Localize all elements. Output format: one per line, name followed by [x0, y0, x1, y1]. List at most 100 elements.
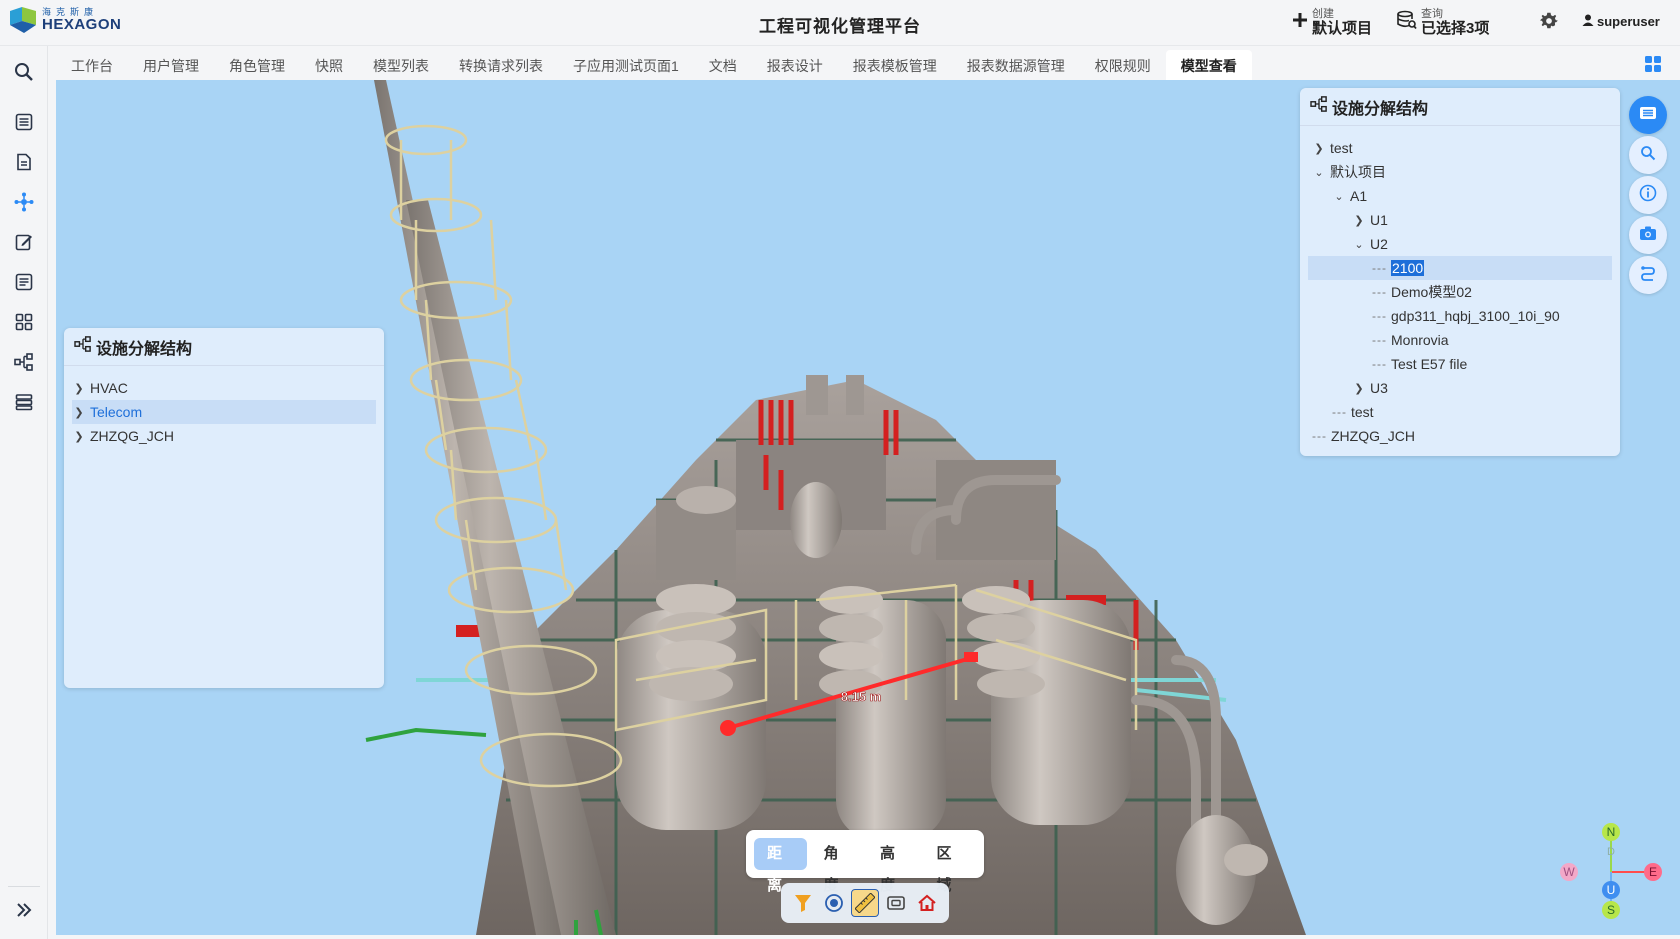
- tree-node-label: 2100: [1391, 260, 1425, 276]
- tab-permission-rules[interactable]: 权限规则: [1080, 50, 1166, 80]
- user-icon: [1582, 14, 1594, 29]
- tree-node-test[interactable]: ❯ test: [1312, 136, 1352, 160]
- ruler-icon[interactable]: [850, 889, 879, 917]
- info-tool-button[interactable]: [1629, 176, 1667, 214]
- query-selected-label: 已选择3项: [1421, 20, 1490, 37]
- route-tool-button[interactable]: [1629, 256, 1667, 294]
- tree-node-hvac[interactable]: ❯ HVAC: [72, 376, 376, 400]
- orientation-compass[interactable]: N D E W U S: [1555, 822, 1665, 922]
- tree-node-demo02[interactable]: --- Demo模型02: [1372, 280, 1472, 304]
- document-icon[interactable]: [12, 150, 36, 174]
- layers-icon[interactable]: [12, 390, 36, 414]
- filter-icon[interactable]: [789, 889, 817, 917]
- tree-node-zhzqg[interactable]: ❯ ZHZQG_JCH: [72, 424, 376, 448]
- tree-node-label: gdp311_hqbj_3100_10i_90: [1391, 308, 1560, 324]
- chevron-down-icon: ⌄: [1314, 166, 1324, 179]
- settings-gear-icon[interactable]: [1540, 12, 1558, 35]
- tab-conversion-requests[interactable]: 转换请求列表: [444, 50, 558, 80]
- fit-view-icon[interactable]: [882, 889, 910, 917]
- apps-grid-icon[interactable]: [12, 310, 36, 334]
- hierarchy-icon[interactable]: [12, 350, 36, 374]
- tree-node-monrovia[interactable]: --- Monrovia: [1372, 328, 1449, 352]
- username: superuser: [1597, 14, 1660, 29]
- tree-node-u3[interactable]: ❯ U3: [1352, 376, 1388, 400]
- hierarchy-icon: [1310, 96, 1328, 117]
- tab-user-management[interactable]: 用户管理: [128, 50, 214, 80]
- tab-report-template-management[interactable]: 报表模板管理: [838, 50, 952, 80]
- chevron-down-icon: ⌄: [1354, 238, 1364, 251]
- tree-connector: ---: [1372, 357, 1387, 371]
- tree-node-2100[interactable]: --- 2100: [1308, 256, 1612, 280]
- tree-node-default-project[interactable]: ⌄ 默认项目: [1312, 160, 1386, 184]
- tree-connector: ---: [1332, 405, 1347, 419]
- tree-node-u2[interactable]: ⌄ U2: [1352, 232, 1388, 256]
- left-panel-header: 设施分解结构: [64, 328, 384, 366]
- report-icon[interactable]: [12, 270, 36, 294]
- left-panel-title: 设施分解结构: [96, 340, 193, 358]
- tree-node-gdp311[interactable]: --- gdp311_hqbj_3100_10i_90: [1372, 304, 1560, 328]
- right-panel-title: 设施分解结构: [1332, 100, 1429, 118]
- tree-node-label: A1: [1350, 188, 1368, 204]
- logo-en-text: HEXAGON: [42, 16, 122, 33]
- tab-workbench[interactable]: 工作台: [56, 50, 128, 80]
- tree-node-a1[interactable]: ⌄ A1: [1332, 184, 1367, 208]
- chevron-right-icon: ❯: [74, 382, 84, 395]
- tree-node-zhzqg-jch[interactable]: --- ZHZQG_JCH: [1312, 424, 1415, 448]
- rail-divider: [8, 886, 40, 887]
- camera-tool-button[interactable]: [1629, 216, 1667, 254]
- compass-w-label: W: [1563, 865, 1575, 879]
- chevron-down-icon: ⌄: [1334, 190, 1344, 203]
- measure-area-button[interactable]: 区域: [924, 838, 977, 894]
- route-icon: [1639, 264, 1657, 287]
- tree-node-label: ZHZQG_JCH: [90, 428, 174, 444]
- create-project-label: 默认项目: [1312, 20, 1373, 37]
- tab-snapshot[interactable]: 快照: [300, 50, 358, 80]
- user-menu[interactable]: superuser: [1582, 14, 1660, 29]
- search-icon: [1640, 145, 1656, 166]
- measure-height-button[interactable]: 高度: [867, 838, 920, 894]
- app-switcher-grid-icon[interactable]: [1644, 55, 1662, 73]
- tree-node-test-e57[interactable]: --- Test E57 file: [1372, 352, 1467, 376]
- hierarchy-icon: [74, 336, 92, 357]
- search-tool-button[interactable]: [1629, 136, 1667, 174]
- app-header: 海克斯康 HEXAGON 工程可视化管理平台 创建 默认项目 查询 已选择3项 …: [0, 0, 1680, 46]
- create-project-button[interactable]: 创建 默认项目: [1292, 8, 1372, 37]
- chevron-right-icon: ❯: [74, 430, 84, 443]
- tree-node-u1[interactable]: ❯ U1: [1352, 208, 1388, 232]
- target-icon[interactable]: [820, 889, 848, 917]
- edit-icon[interactable]: [12, 230, 36, 254]
- tab-documents[interactable]: 文档: [694, 50, 752, 80]
- plus-icon: [1292, 12, 1308, 33]
- measure-distance-button[interactable]: 距离: [754, 838, 807, 894]
- tree-list-tool-button[interactable]: [1629, 96, 1667, 134]
- tab-role-management[interactable]: 角色管理: [214, 50, 300, 80]
- tab-model-list[interactable]: 模型列表: [358, 50, 444, 80]
- tab-report-datasource-management[interactable]: 报表数据源管理: [952, 50, 1080, 80]
- tab-report-design[interactable]: 报表设计: [752, 50, 838, 80]
- measure-angle-button[interactable]: 角度: [811, 838, 864, 894]
- tree-node-telecom[interactable]: ❯ Telecom: [72, 400, 376, 424]
- list-icon: [1639, 105, 1657, 126]
- tree-node-label: U1: [1370, 212, 1388, 228]
- database-search-icon: [1397, 10, 1417, 35]
- compass-u-label: U: [1607, 883, 1616, 897]
- search-icon[interactable]: [12, 60, 36, 84]
- tree-node-test-2[interactable]: --- test: [1332, 400, 1374, 424]
- tree-connector: ---: [1372, 333, 1387, 347]
- tab-subapp-test-page[interactable]: 子应用测试页面1: [558, 50, 694, 80]
- chevron-right-icon: ❯: [1354, 214, 1364, 227]
- chevron-right-icon: ❯: [74, 406, 84, 419]
- list-icon[interactable]: [12, 110, 36, 134]
- model-view-icon[interactable]: [12, 190, 36, 214]
- tree-node-label: Monrovia: [1391, 332, 1449, 348]
- compass-e-label: E: [1649, 865, 1657, 879]
- right-facility-panel: 设施分解结构 ❯ test ⌄ 默认项目 ⌄ A1 ❯ U1 ⌄ U2 --- 2100 -…: [1300, 88, 1620, 456]
- tab-model-view[interactable]: 模型查看: [1165, 50, 1252, 80]
- hexagon-logo[interactable]: 海克斯康 HEXAGON: [8, 5, 121, 35]
- query-button[interactable]: 查询 已选择3项: [1397, 8, 1489, 37]
- home-icon[interactable]: [913, 889, 941, 917]
- expand-chevrons-icon[interactable]: [12, 898, 36, 922]
- hexagon-logo-icon: [10, 7, 36, 33]
- right-panel-header: 设施分解结构: [1300, 88, 1620, 126]
- measurement-distance-label: 8.15 m: [841, 689, 881, 704]
